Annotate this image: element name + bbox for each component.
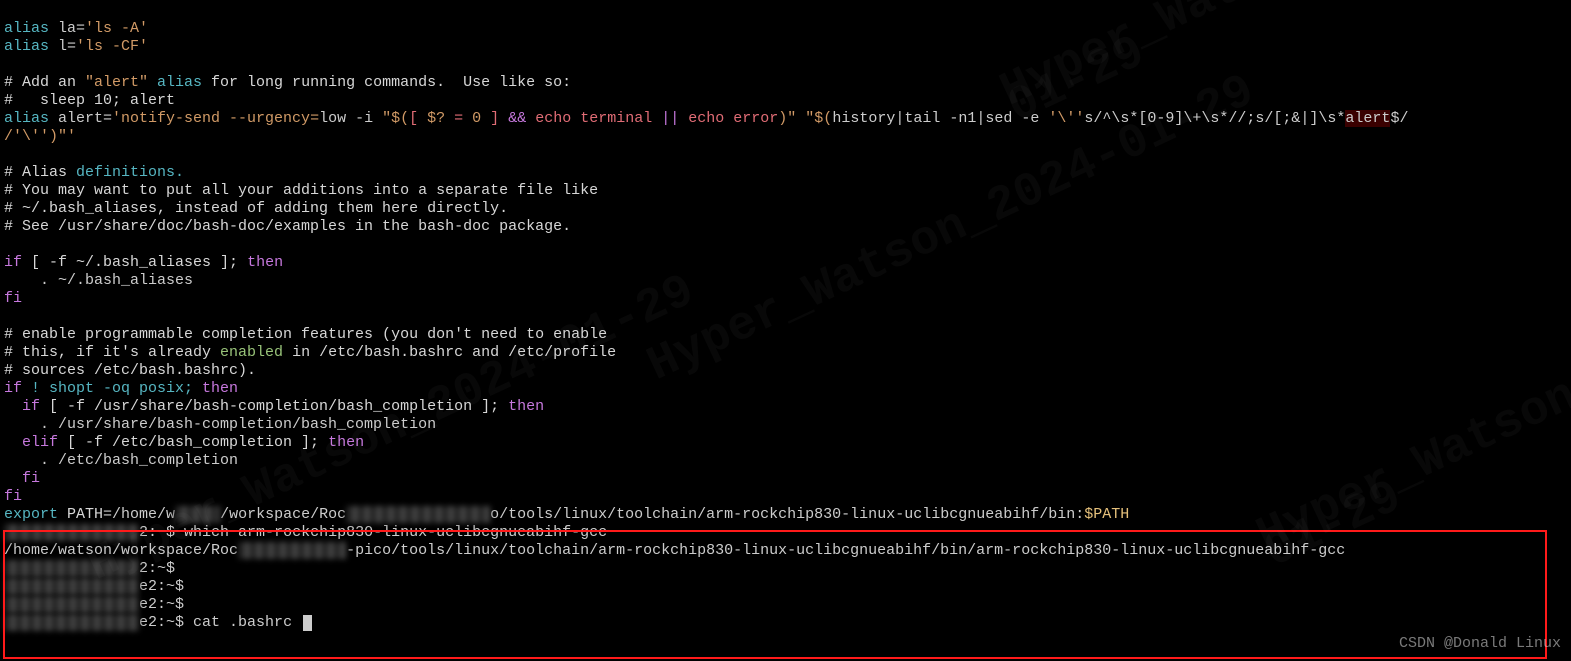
comment: # Alias [4, 164, 76, 181]
shell-command[interactable]: cat .bashrc [184, 614, 301, 631]
keyword-export: export [4, 506, 58, 523]
redacted-prompt: watson@complete [4, 560, 139, 577]
redacted-prompt: watson@complete [4, 578, 139, 595]
keyword-alias: alias [4, 38, 49, 55]
redacted-text: atson [175, 506, 220, 523]
keyword-if: if [4, 254, 22, 271]
comment: # Add an [4, 74, 85, 91]
keyword-alias: alias [4, 20, 49, 37]
csdn-attribution: CSDN @Donald Linux [1399, 635, 1561, 653]
comment: # See /usr/share/doc/bash-doc/examples i… [4, 218, 571, 235]
terminal-cursor [303, 615, 312, 631]
redacted-prompt: watson@complete [4, 524, 139, 541]
terminal-output: alias la='ls -A' alias l='ls -CF' # Add … [0, 0, 1571, 634]
comment: # You may want to put all your additions… [4, 182, 598, 199]
comment: # enable programmable completion feature… [4, 326, 607, 343]
comment: # ~/.bash_aliases, instead of adding the… [4, 200, 508, 217]
comment: # sleep 10; alert [4, 92, 175, 109]
shell-command[interactable]: which arm-rockchip830-linux-uclibcgnueab… [175, 524, 607, 541]
redacted-prompt: watson@complete [4, 614, 139, 631]
keyword-fi: fi [4, 290, 22, 307]
redacted-text: kchip-RV1106 [238, 542, 346, 559]
variable-path: $PATH [1084, 506, 1129, 523]
redacted-text: kchip-RV1106-pic [346, 506, 490, 523]
redacted-prompt: watson@complete [4, 596, 139, 613]
comment: # sources /etc/bash.bashrc). [4, 362, 256, 379]
